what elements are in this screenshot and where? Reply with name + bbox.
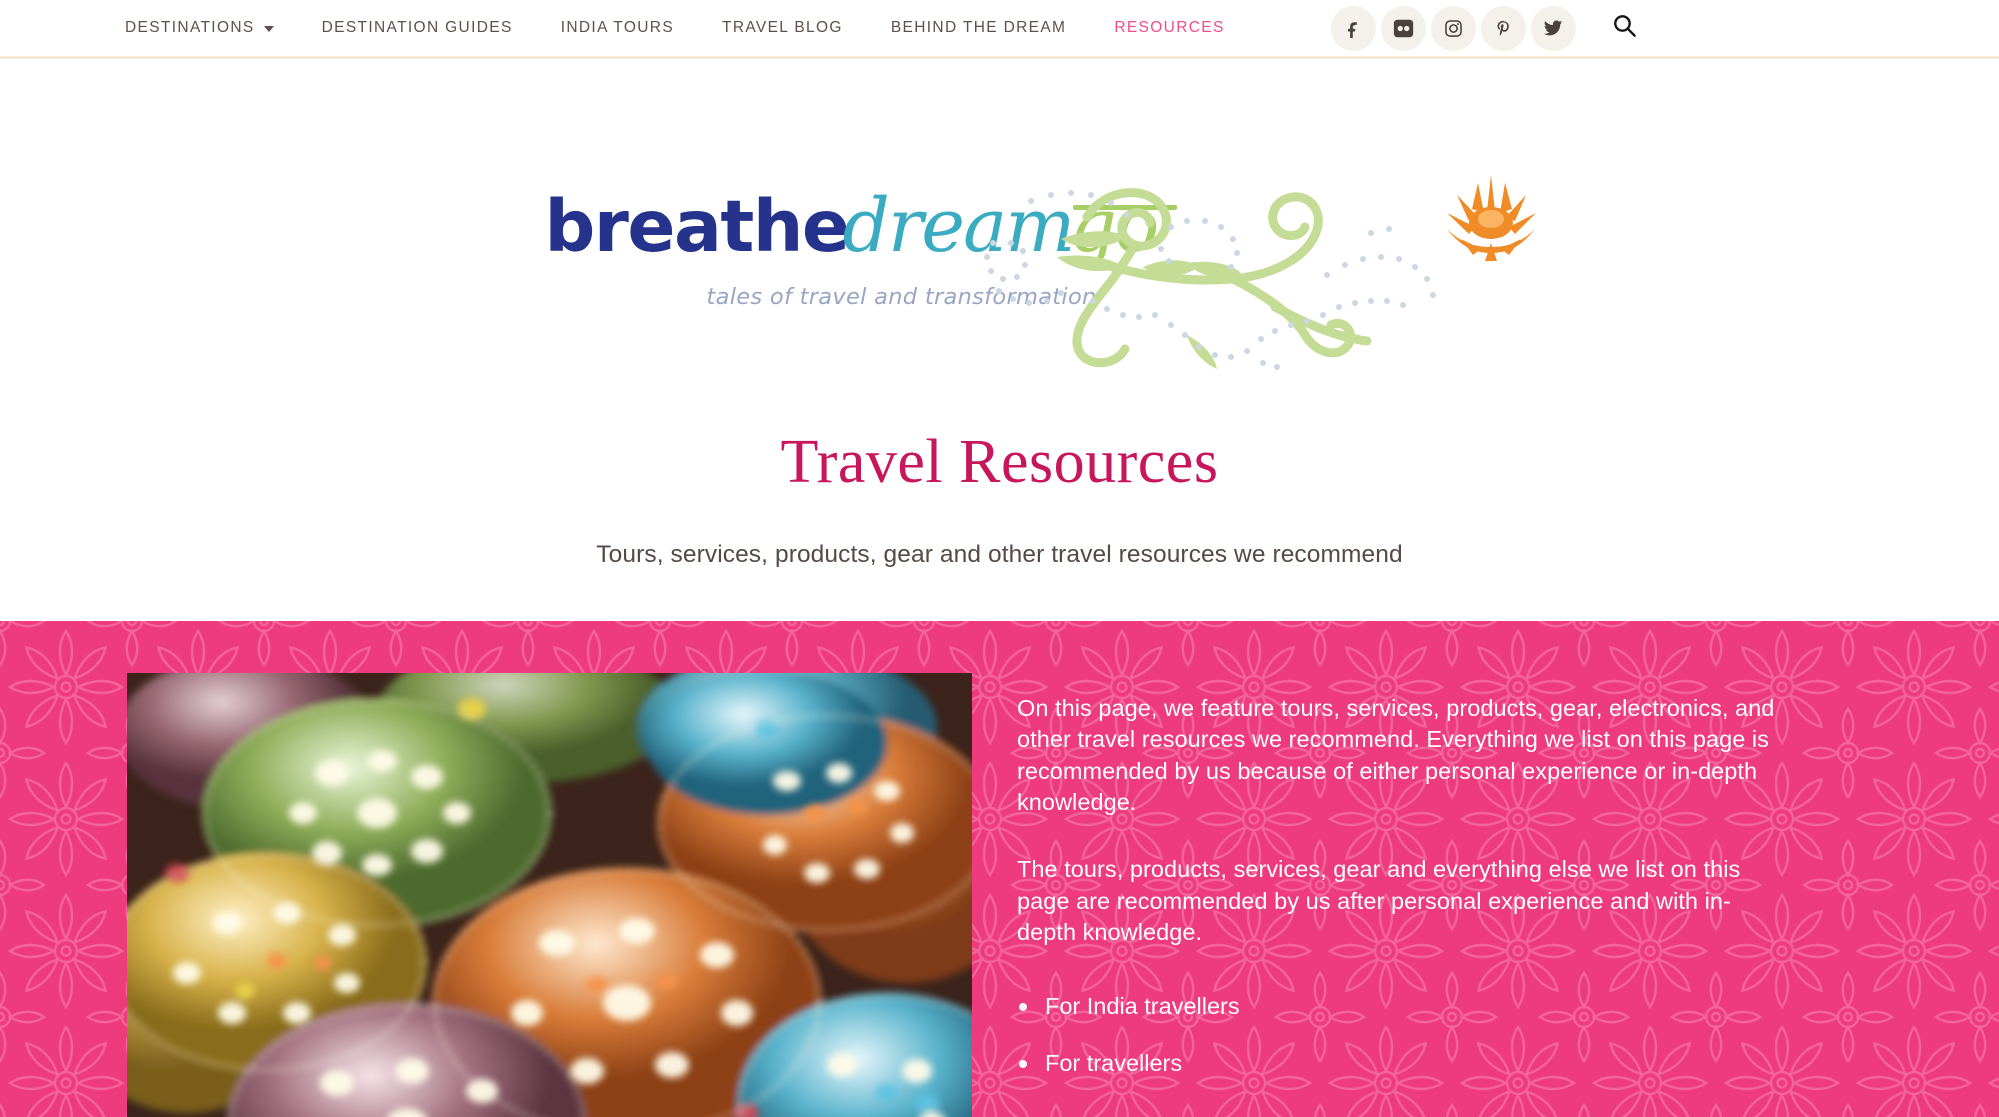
intro-paragraph-1: On this page, we feature tours, services… <box>1017 695 1775 816</box>
facebook-link[interactable] <box>1330 5 1376 51</box>
audience-list: For India travellers For travellers <box>1017 991 1872 1079</box>
site-header-banner: breathedreamgo tales of travel and trans… <box>0 59 1999 404</box>
pinterest-icon <box>1494 19 1513 38</box>
page-title: Travel Resources <box>780 428 1219 496</box>
facebook-icon <box>1343 18 1363 38</box>
page-subtitle: Tours, services, products, gear and othe… <box>596 540 1403 568</box>
instagram-icon <box>1444 19 1463 38</box>
decorative-vine-flourish <box>975 157 1555 372</box>
nav-item-behind-the-dream[interactable]: BEHIND THE DREAM <box>867 19 1090 37</box>
search-icon <box>1611 12 1638 44</box>
site-logo[interactable]: breathedreamgo tales of travel and trans… <box>445 167 1555 377</box>
primary-nav: DESTINATIONS DESTINATION GUIDES INDIA TO… <box>101 19 1249 37</box>
flickr-link[interactable] <box>1380 5 1426 51</box>
indian-jewelled-boxes-photo <box>127 673 972 1117</box>
list-item: For India travellers <box>1017 991 1872 1022</box>
social-links <box>1330 5 1580 51</box>
nav-item-resources[interactable]: RESOURCES <box>1090 19 1248 37</box>
twitter-link[interactable] <box>1530 5 1576 51</box>
instagram-link[interactable] <box>1430 5 1476 51</box>
jewel-boxes-illustration <box>127 673 972 1117</box>
nav-item-india-tours[interactable]: INDIA TOURS <box>537 19 698 37</box>
nav-item-label: DESTINATIONS <box>125 19 255 36</box>
logo-word-breathe: breathe <box>544 185 851 268</box>
intro-text-column: On this page, we feature tours, services… <box>1017 673 1872 1117</box>
photo-column <box>127 673 972 1117</box>
nav-item-destination-guides[interactable]: DESTINATION GUIDES <box>298 19 537 37</box>
search-button[interactable] <box>1604 7 1646 49</box>
nav-item-travel-blog[interactable]: TRAVEL BLOG <box>698 19 867 37</box>
intro-paragraph-2: The tours, products, services, gear and … <box>1017 856 1741 946</box>
chevron-down-icon <box>263 26 274 32</box>
intro-section: On this page, we feature tours, services… <box>0 621 1999 1117</box>
flickr-icon <box>1393 18 1414 39</box>
list-item: For travellers <box>1017 1048 1872 1079</box>
twitter-icon <box>1543 18 1563 38</box>
page-hero: Travel Resources Tours, services, produc… <box>0 404 1999 621</box>
lotus-flower-icon <box>1446 175 1536 261</box>
top-navigation-bar: DESTINATIONS DESTINATION GUIDES INDIA TO… <box>0 0 1999 59</box>
pinterest-link[interactable] <box>1480 5 1526 51</box>
nav-item-destinations[interactable]: DESTINATIONS <box>101 19 298 37</box>
